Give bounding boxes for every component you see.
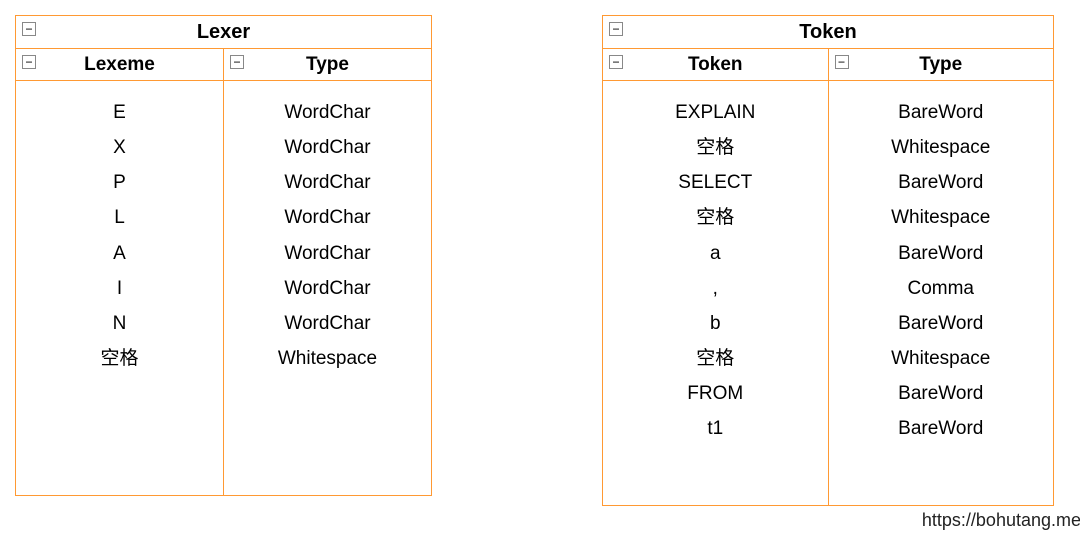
list-item: BareWord	[829, 95, 1054, 130]
lexer-box: Lexer Lexeme Type E X P L A I N 空格	[15, 15, 432, 496]
list-item: BareWord	[829, 306, 1054, 341]
list-item: WordChar	[224, 200, 431, 235]
list-item: E	[16, 95, 223, 130]
token-title-row: Token	[603, 16, 1053, 49]
lexer-title: Lexer	[197, 21, 250, 43]
lexer-type-col: WordChar WordChar WordChar WordChar Word…	[223, 81, 431, 495]
list-item: b	[603, 306, 828, 341]
lexer-body: E X P L A I N 空格 WordChar WordChar WordC…	[16, 81, 431, 495]
collapse-icon[interactable]	[609, 55, 623, 69]
list-item: BareWord	[829, 236, 1054, 271]
list-item: 空格	[603, 200, 828, 235]
list-item: Whitespace	[829, 130, 1054, 165]
lexer-header-row: Lexeme Type	[16, 49, 431, 81]
token-col1-head-cell: Token	[603, 49, 828, 80]
list-item: WordChar	[224, 95, 431, 130]
list-item: A	[16, 236, 223, 271]
list-item: Whitespace	[829, 341, 1054, 376]
list-item: L	[16, 200, 223, 235]
list-item: BareWord	[829, 411, 1054, 446]
list-item: P	[16, 165, 223, 200]
token-type-col: BareWord Whitespace BareWord Whitespace …	[828, 81, 1054, 505]
collapse-icon[interactable]	[835, 55, 849, 69]
list-item: N	[16, 306, 223, 341]
collapse-icon[interactable]	[22, 55, 36, 69]
list-item: Comma	[829, 271, 1054, 306]
collapse-icon[interactable]	[22, 22, 36, 36]
list-item: FROM	[603, 376, 828, 411]
token-col1-head: Token	[688, 54, 743, 75]
lexer-col2-head-cell: Type	[223, 49, 431, 80]
token-box: Token Token Type EXPLAIN 空格 SELECT 空格 a …	[602, 15, 1054, 506]
list-item: 空格	[603, 341, 828, 376]
list-item: Whitespace	[224, 341, 431, 376]
list-item: WordChar	[224, 306, 431, 341]
list-item: X	[16, 130, 223, 165]
list-item: WordChar	[224, 271, 431, 306]
list-item: WordChar	[224, 130, 431, 165]
list-item: WordChar	[224, 236, 431, 271]
lexer-col2-head: Type	[306, 54, 349, 75]
token-body: EXPLAIN 空格 SELECT 空格 a , b 空格 FROM t1 Ba…	[603, 81, 1053, 505]
list-item: I	[16, 271, 223, 306]
list-item: Whitespace	[829, 200, 1054, 235]
token-token-col: EXPLAIN 空格 SELECT 空格 a , b 空格 FROM t1	[603, 81, 828, 505]
list-item: WordChar	[224, 165, 431, 200]
page-wrap: Lexer Lexeme Type E X P L A I N 空格	[15, 15, 1065, 506]
lexer-lexeme-col: E X P L A I N 空格	[16, 81, 223, 495]
token-header-row: Token Type	[603, 49, 1053, 81]
collapse-icon[interactable]	[230, 55, 244, 69]
collapse-icon[interactable]	[609, 22, 623, 36]
lexer-col1-head: Lexeme	[84, 54, 155, 75]
list-item: 空格	[16, 341, 223, 376]
token-col2-head-cell: Type	[828, 49, 1054, 80]
list-item: BareWord	[829, 376, 1054, 411]
list-item: ,	[603, 271, 828, 306]
list-item: a	[603, 236, 828, 271]
footer-link: https://bohutang.me	[615, 510, 1080, 531]
list-item: EXPLAIN	[603, 95, 828, 130]
list-item: t1	[603, 411, 828, 446]
lexer-col1-head-cell: Lexeme	[16, 49, 223, 80]
lexer-title-row: Lexer	[16, 16, 431, 49]
list-item: BareWord	[829, 165, 1054, 200]
list-item: SELECT	[603, 165, 828, 200]
token-title: Token	[799, 21, 856, 43]
list-item: 空格	[603, 130, 828, 165]
token-col2-head: Type	[919, 54, 962, 75]
